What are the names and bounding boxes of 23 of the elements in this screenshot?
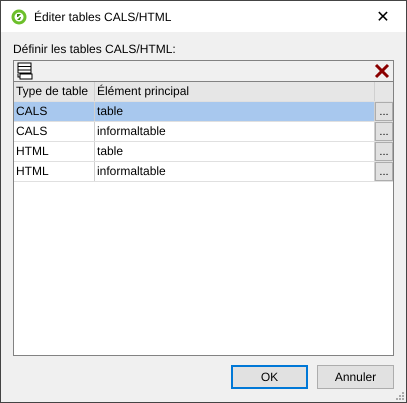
column-header: Type de table <box>14 82 95 101</box>
browse-button[interactable]: ... <box>375 162 393 181</box>
table-row[interactable]: HTML informaltable ... <box>14 162 393 182</box>
browse-button[interactable]: ... <box>375 122 393 141</box>
table-cell: CALS <box>14 102 95 121</box>
dialog-button[interactable]: Annuler <box>317 365 394 389</box>
append-row-icon[interactable] <box>16 62 34 80</box>
close-button[interactable]: ✕ <box>360 1 406 32</box>
table-cell: HTML <box>14 162 95 181</box>
prompt-label: Définir les tables CALS/HTML: <box>13 42 177 56</box>
table-row[interactable]: CALS informaltable ... <box>14 122 393 142</box>
browse-button[interactable]: ... <box>375 102 393 121</box>
column-header: Élément principal <box>95 82 375 101</box>
table-row[interactable]: CALS table ... <box>14 102 393 122</box>
table-cell: HTML <box>14 142 95 161</box>
browse-button[interactable]: ... <box>375 142 393 161</box>
table-row[interactable]: HTML table ... <box>14 142 393 162</box>
table-cell: CALS <box>14 122 95 141</box>
window-title: Éditer tables CALS/HTML <box>34 10 172 24</box>
dialog-button[interactable]: OK <box>231 365 308 389</box>
resize-grip-icon[interactable] <box>395 391 404 400</box>
app-logo-icon <box>11 8 27 24</box>
delete-icon[interactable] <box>374 63 390 79</box>
